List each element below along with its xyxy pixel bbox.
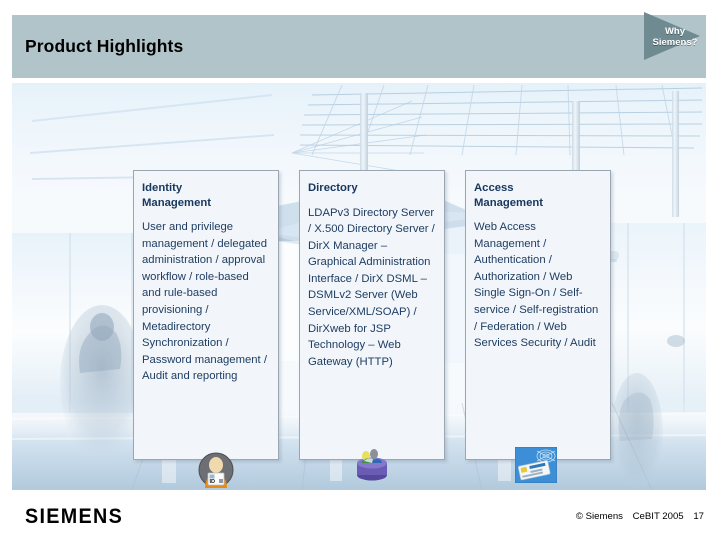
card-body: Web Access Management / Authentication /… bbox=[474, 221, 599, 350]
database-cylinder-icon bbox=[352, 443, 392, 483]
smart-card-icon bbox=[514, 446, 558, 484]
card-title: Directory bbox=[308, 182, 358, 194]
slide-canvas: Product Highlights Why Siemens? Identity… bbox=[0, 0, 720, 540]
page-number: 17 bbox=[693, 511, 704, 522]
siemens-logo: SIEMENS bbox=[25, 505, 124, 528]
why-siemens-flag: Why Siemens? bbox=[640, 8, 710, 64]
highlight-card-access-management: Access Management Web Access Management … bbox=[465, 170, 611, 460]
card-title: Identity Management bbox=[142, 182, 212, 209]
event-label: CeBIT 2005 bbox=[632, 511, 684, 522]
card-body: User and privilege management / delegate… bbox=[142, 221, 267, 383]
why-siemens-label: Why Siemens? bbox=[640, 26, 710, 48]
card-title: Access Management bbox=[474, 182, 544, 209]
copyright-text: © Siemens bbox=[575, 511, 623, 522]
footer-meta: © Siemens CeBIT 2005 17 bbox=[576, 511, 704, 522]
svg-text:ID: ID bbox=[210, 479, 216, 485]
card-body: LDAPv3 Directory Server / X.500 Director… bbox=[308, 206, 435, 368]
why-siemens-line1: Why bbox=[664, 26, 686, 37]
page-title: Product Highlights bbox=[25, 36, 184, 56]
highlight-card-directory: Directory LDAPv3 Directory Server / X.50… bbox=[299, 170, 445, 460]
why-siemens-line2: Siemens? bbox=[652, 37, 698, 48]
id-badge-person-icon: ID bbox=[198, 452, 234, 488]
highlight-card-identity-management: Identity Management User and privilege m… bbox=[133, 170, 279, 460]
